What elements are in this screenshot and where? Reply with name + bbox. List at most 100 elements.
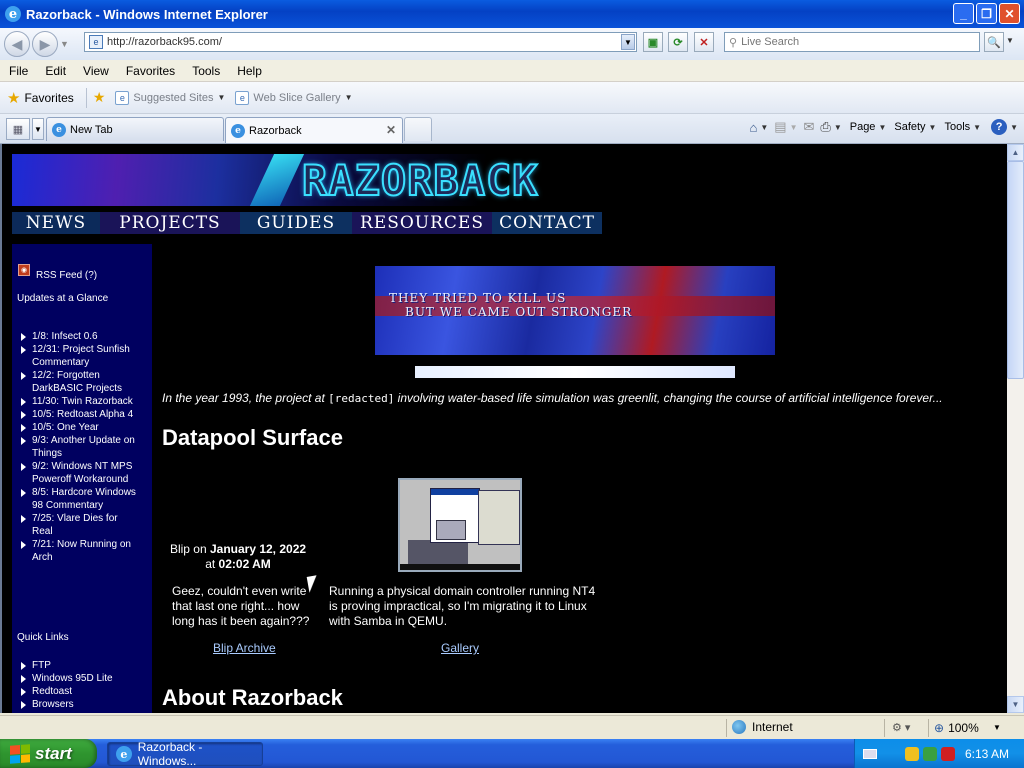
help-icon[interactable]: ? [991,119,1008,135]
address-bar[interactable]: e ▼ [84,32,637,52]
nav-projects[interactable]: PROJECTS [100,212,240,234]
quick-link[interactable]: Redtoast [18,685,140,698]
gallery-thumbnail[interactable] [398,478,522,572]
forward-button[interactable]: ▶ [32,31,58,57]
menu-tools[interactable]: Tools [192,64,220,78]
update-item[interactable]: 12/2: Forgotten DarkBASIC Projects [18,369,140,395]
status-separator [928,719,929,737]
read-mail-icon[interactable]: ✉ [804,119,815,135]
security-shield-icon[interactable] [905,746,919,761]
quick-tabs-button[interactable]: ▦ [6,118,30,140]
menu-edit[interactable]: Edit [45,64,66,78]
help-dropdown[interactable]: ▼ [1010,123,1018,132]
update-item[interactable]: 7/25: Vlare Dies for Real [18,512,140,538]
tab-list-dropdown[interactable]: ▼ [32,118,44,140]
web-slice-gallery-dropdown[interactable]: ▼ [345,93,353,102]
refresh-button[interactable]: ⟳ [668,32,688,52]
favorites-button[interactable]: Favorites [24,91,73,105]
quick-links-list: FTP Windows 95D Lite Redtoast Browsers [18,659,140,711]
gallery-link[interactable]: Gallery [441,641,479,655]
start-button[interactable]: start [0,739,97,768]
minimize-button[interactable]: _ [953,3,974,24]
home-icon[interactable]: ⌂ [750,120,758,135]
safety-menu[interactable]: Safety [894,121,925,133]
address-input[interactable] [107,36,617,48]
status-bar: Internet ⚙ ▾ ⊕ 100% ▼ [0,715,1024,739]
stop-button[interactable]: ✕ [694,32,714,52]
print-icon[interactable]: ⎙ [820,119,830,135]
start-label: start [35,743,72,763]
update-item[interactable]: 8/5: Hardcore Windows 98 Commentary [18,486,140,512]
quick-link[interactable]: FTP [18,659,140,672]
tools-dropdown[interactable]: ▼ [973,123,981,132]
favorites-star-icon[interactable]: ★ [7,89,20,107]
address-dropdown[interactable]: ▼ [621,34,635,50]
page-viewport: RAZORBACK NEWS PROJECTS GUIDES RESOURCES… [0,144,1007,713]
safety-dropdown[interactable]: ▼ [929,123,937,132]
protected-mode-icon[interactable]: ⚙ ▾ [892,721,910,734]
tools-menu[interactable]: Tools [944,121,970,133]
quick-link[interactable]: Windows 95D Lite [18,672,140,685]
rss-icon[interactable]: ◉ [18,264,30,276]
update-item[interactable]: 12/31: Project Sunfish Commentary [18,343,140,369]
update-item[interactable]: 11/30: Twin Razorback [18,395,140,408]
keyboard-icon[interactable] [863,748,877,759]
nav-guides[interactable]: GUIDES [240,212,352,234]
menu-help[interactable]: Help [237,64,262,78]
web-slice-gallery-link[interactable]: Web Slice Gallery [253,92,340,104]
clock[interactable]: 6:13 AM [965,747,1009,761]
compatibility-view-icon[interactable]: ▣ [643,32,663,52]
zoom-dropdown[interactable]: ▼ [993,723,1001,732]
close-tab-icon[interactable]: ✕ [386,123,396,137]
search-go-button[interactable]: 🔍 [984,32,1004,52]
taskbar-item-ie[interactable]: e Razorback - Windows... [107,740,263,768]
site-banner[interactable]: RAZORBACK [12,154,602,206]
update-item[interactable]: 10/5: One Year [18,421,140,434]
print-dropdown[interactable]: ▼ [834,123,842,132]
search-box[interactable]: ⚲ [724,32,980,52]
zoom-icon: ⊕ [934,721,945,735]
add-to-favorites-bar-icon[interactable]: ★ [93,89,106,106]
update-item[interactable]: 1/8: Infsect 0.6 [18,330,140,343]
scroll-down-button[interactable]: ▼ [1007,696,1024,713]
update-item[interactable]: 7/21: Now Running on Arch [18,538,140,564]
nav-contact[interactable]: CONTACT [492,212,602,234]
vertical-scrollbar[interactable]: ▲ ▼ [1007,144,1024,713]
feeds-icon[interactable]: ▤ [774,119,786,135]
menu-bar: File Edit View Favorites Tools Help [0,60,1024,82]
update-item[interactable]: 9/2: Windows NT MPS Poweroff Workaround [18,460,140,486]
search-input[interactable] [741,36,962,48]
restore-button[interactable]: ❐ [976,3,997,24]
home-dropdown[interactable]: ▼ [760,123,768,132]
mouse-cursor-icon [306,575,320,593]
network-icon[interactable] [923,746,937,761]
suggested-sites-icon: e [115,90,130,105]
recent-pages-dropdown[interactable]: ▼ [60,39,69,49]
update-item[interactable]: 10/5: Redtoast Alpha 4 [18,408,140,421]
close-button[interactable]: ✕ [999,3,1020,24]
nav-resources[interactable]: RESOURCES [352,212,492,234]
tab-new-tab[interactable]: e New Tab [46,117,224,141]
back-button[interactable]: ◀ [4,31,30,57]
tab-razorback[interactable]: e Razorback ✕ [225,117,403,143]
feeds-dropdown[interactable]: ▼ [790,123,798,132]
rss-feed-link[interactable]: RSS Feed (?) [36,269,97,282]
menu-favorites[interactable]: Favorites [126,64,175,78]
security-zone[interactable]: Internet [732,720,793,734]
nav-news[interactable]: NEWS [12,212,100,234]
zoom-control[interactable]: ⊕ 100% [934,721,979,735]
page-menu[interactable]: Page [850,121,876,133]
menu-view[interactable]: View [83,64,109,78]
quick-link[interactable]: Browsers [18,698,140,711]
scroll-up-button[interactable]: ▲ [1007,144,1024,161]
page-dropdown[interactable]: ▼ [878,123,886,132]
alert-shield-icon[interactable] [941,746,955,761]
new-tab-button[interactable] [404,117,432,141]
suggested-sites-link[interactable]: Suggested Sites [133,92,213,104]
blip-archive-link[interactable]: Blip Archive [213,641,276,655]
suggested-sites-dropdown[interactable]: ▼ [218,93,226,102]
scroll-thumb[interactable] [1007,161,1024,379]
search-options-dropdown[interactable]: ▼ [1006,36,1014,45]
menu-file[interactable]: File [9,64,28,78]
update-item[interactable]: 9/3: Another Update on Things [18,434,140,460]
